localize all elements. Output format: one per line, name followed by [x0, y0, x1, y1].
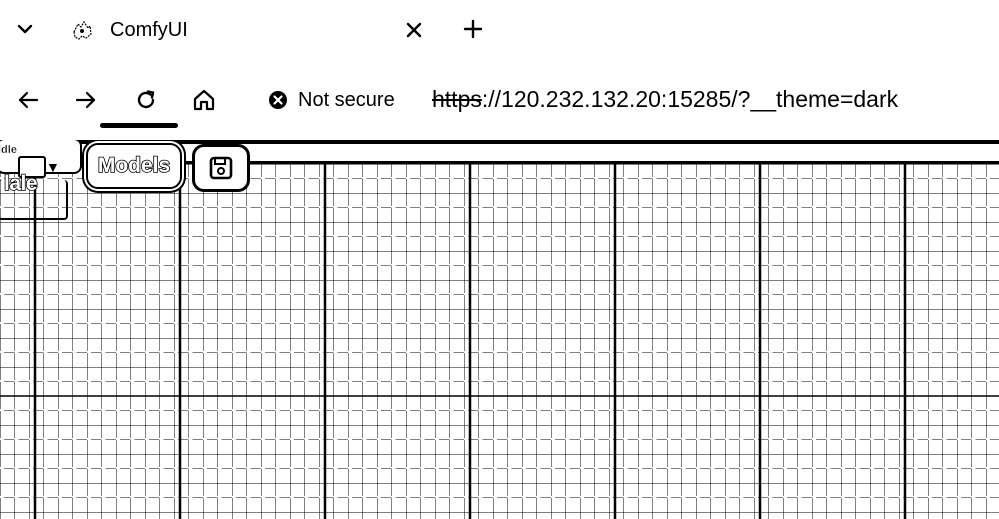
warning-circle-icon [269, 91, 287, 109]
comfy-logo-icon [73, 20, 92, 40]
chevron-down-icon [17, 24, 33, 34]
forward-button[interactable] [68, 82, 104, 118]
reload-icon [137, 90, 155, 109]
models-button[interactable]: Models [86, 143, 182, 189]
queue-status-panel[interactable]: ldle ▼ [0, 140, 82, 178]
queue-status-label: ldle [0, 144, 17, 156]
browser-tab[interactable]: ComfyUI [62, 8, 442, 52]
tab-strip: ComfyUI [0, 0, 999, 62]
tab-close-button[interactable] [400, 16, 428, 44]
save-button[interactable] [192, 144, 250, 192]
save-icon [209, 156, 233, 180]
url-text: ://120.232.132.20:15285/?__theme=dark [481, 86, 899, 112]
caret-down-icon[interactable]: ▼ [46, 160, 60, 174]
home-button[interactable] [186, 82, 222, 118]
models-button-label: Models [97, 153, 171, 178]
close-icon [406, 22, 422, 38]
home-icon [193, 89, 215, 111]
reload-button[interactable] [128, 82, 164, 118]
back-button[interactable] [10, 82, 46, 118]
address-bar[interactable]: https://120.232.132.20:15285/?__theme=da… [432, 84, 898, 114]
arrow-left-icon [18, 91, 39, 109]
site-security-chip[interactable]: Not secure [268, 86, 395, 114]
queue-status-text: lale [3, 171, 38, 196]
url-scheme: https [432, 86, 482, 112]
node-canvas-grid[interactable] [0, 164, 999, 519]
comfyui-canvas-area[interactable]: ldle ▼ lale Models [0, 140, 999, 519]
new-tab-button[interactable] [458, 14, 488, 44]
security-label: Not secure [298, 88, 395, 111]
focus-indicator [100, 123, 178, 128]
tab-title: ComfyUI [110, 19, 188, 41]
arrow-right-icon [75, 91, 96, 109]
browser-toolbar: Not secure https://120.232.132.20:15285/… [0, 62, 999, 140]
tab-list-button[interactable] [10, 14, 40, 44]
plus-icon [463, 19, 483, 39]
